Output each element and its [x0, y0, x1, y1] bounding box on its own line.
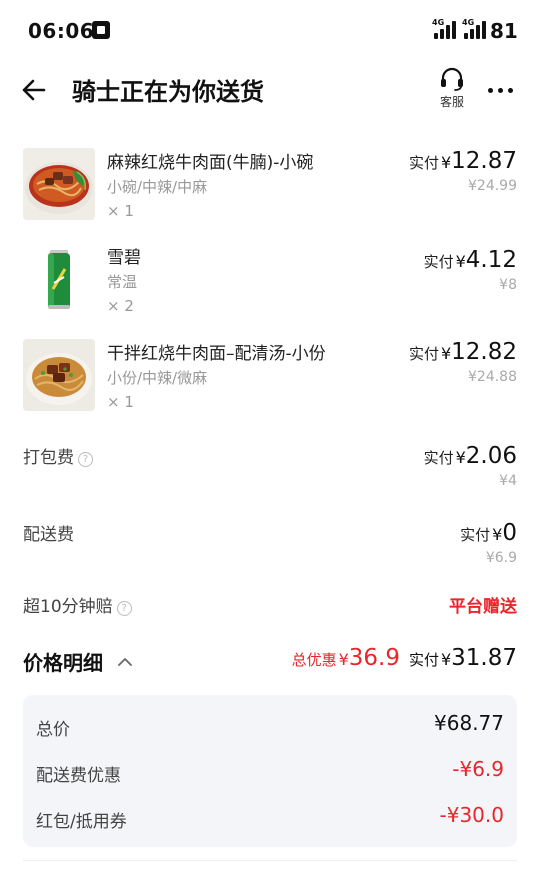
question-circle-icon[interactable]: ?: [78, 452, 93, 467]
item-paid-price: 实付 ¥4.12: [423, 247, 517, 273]
divider: [23, 860, 517, 861]
notification-app-icon: [92, 21, 110, 39]
delivery-fee-original: ¥6.9: [485, 550, 517, 566]
delivery-fee-paid: 实付 ¥0: [460, 520, 517, 546]
page-title: 骑士正在为你送货: [72, 78, 264, 106]
item-name: 麻辣红烧牛肉面(牛腩)-小碗: [107, 153, 314, 173]
order-item[interactable]: 干拌红烧牛肉面–配清汤-小份 小份/中辣/微麻 × 1 实付 ¥12.82 ¥24…: [0, 339, 540, 429]
status-time: 06:06: [28, 19, 95, 43]
beef-noodle-soup-image: [23, 148, 95, 220]
total-paid: 实付 ¥31.87: [408, 645, 517, 671]
item-spec: 常温: [107, 273, 138, 291]
packing-fee-label: 打包费?: [23, 443, 93, 468]
chevron-up-icon[interactable]: [118, 657, 132, 667]
item-spec: 小份/中辣/微麻: [107, 369, 208, 387]
more-dots-icon: [488, 88, 493, 93]
nav-bar: 骑士正在为你送货 客服: [0, 62, 540, 118]
delivery-fee-label: 配送费: [23, 525, 74, 545]
detail-row-total: 总价 ¥68.77: [23, 711, 517, 741]
detail-label: 总价: [36, 720, 70, 740]
sprite-can-image: [23, 243, 95, 315]
customer-service-label: 客服: [439, 95, 464, 109]
detail-value: -¥30.0: [439, 803, 504, 827]
arrow-left-icon: [22, 79, 46, 101]
order-item[interactable]: 雪碧 常温 × 2 实付 ¥4.12 ¥8: [0, 243, 540, 333]
late-compensation-label: 超10分钟赔?: [23, 592, 132, 617]
total-discount: 总优惠 ¥36.9: [291, 645, 400, 671]
item-name: 干拌红烧牛肉面–配清汤-小份: [107, 344, 326, 364]
packing-fee-row: 打包费? 实付 ¥2.06 ¥4: [0, 443, 540, 503]
dry-beef-noodle-image: [23, 339, 95, 411]
detail-value: -¥6.9: [452, 757, 504, 781]
item-spec: 小碗/中辣/中麻: [107, 178, 208, 196]
signal-icon: 4G: [432, 18, 456, 39]
headset-icon: [441, 67, 463, 91]
price-detail-title[interactable]: 价格明细: [23, 647, 132, 676]
signal-icon-2: 4G: [462, 18, 486, 39]
item-original-price: ¥24.99: [468, 178, 517, 194]
item-original-price: ¥8: [499, 277, 517, 293]
question-circle-icon[interactable]: ?: [116, 601, 132, 616]
detail-label: 红包/抵用券: [36, 812, 127, 832]
battery-level: 81: [490, 19, 518, 43]
customer-service-button[interactable]: 客服: [432, 64, 472, 114]
order-item[interactable]: 麻辣红烧牛肉面(牛腩)-小碗 小碗/中辣/中麻 × 1 实付 ¥12.87 ¥24…: [0, 148, 540, 238]
detail-value: ¥68.77: [434, 711, 504, 735]
detail-row-delivery-discount: 配送费优惠 -¥6.9: [23, 757, 517, 787]
price-detail-box: 总价 ¥68.77 配送费优惠 -¥6.9 红包/抵用券 -¥30.0: [23, 695, 517, 847]
delivery-fee-row: 配送费 实付 ¥0 ¥6.9: [0, 520, 540, 580]
price-summary: 价格明细 总优惠 ¥36.9 实付 ¥31.87: [0, 645, 540, 685]
packing-fee-paid: 实付 ¥2.06: [423, 443, 517, 469]
item-paid-price: 实付 ¥12.87: [408, 148, 517, 174]
platform-gift-label: 平台赠送: [449, 597, 517, 617]
item-quantity: × 1: [107, 202, 134, 220]
item-quantity: × 1: [107, 393, 134, 411]
detail-row-coupon: 红包/抵用券 -¥30.0: [23, 803, 517, 833]
item-quantity: × 2: [107, 297, 134, 315]
status-bar: 06:06 4G 4G 81: [0, 0, 540, 62]
item-paid-price: 实付 ¥12.82: [408, 339, 517, 365]
more-button[interactable]: [484, 78, 518, 102]
detail-label: 配送费优惠: [36, 766, 121, 786]
late-compensation-row: 超10分钟赔? 平台赠送: [0, 592, 540, 622]
packing-fee-original: ¥4: [499, 473, 517, 489]
item-original-price: ¥24.88: [468, 369, 517, 385]
back-button[interactable]: [18, 74, 50, 106]
item-name: 雪碧: [107, 248, 141, 268]
